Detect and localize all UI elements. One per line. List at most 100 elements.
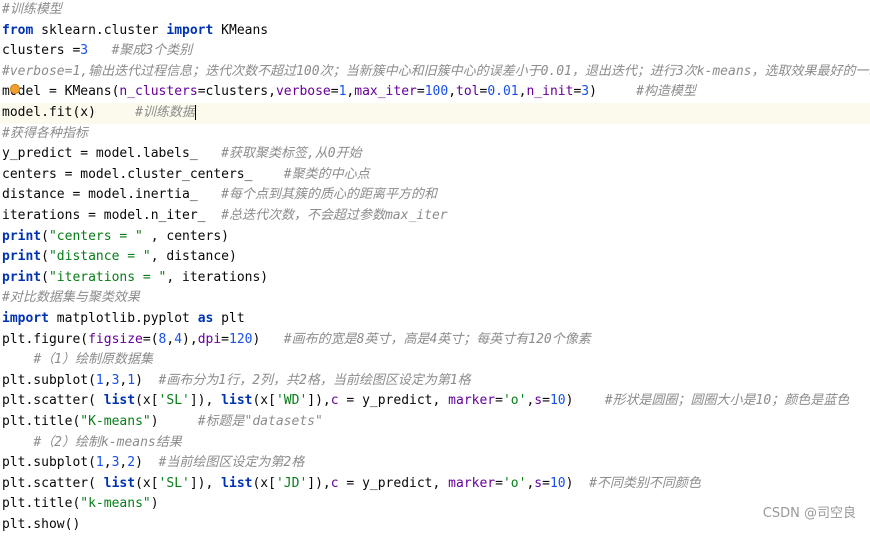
code-line[interactable]: plt.title("k-means") (0, 494, 870, 515)
code-line[interactable]: plt.figure(figsize=(8,4),dpi=120) #画布的宽是… (0, 330, 870, 351)
code-token: , (103, 455, 112, 471)
code-token: centers = model.cluster_centers_ (2, 166, 284, 182)
code-token: y_predict = model.labels_ (2, 146, 222, 162)
code-line[interactable]: plt.scatter( list(x['SL']), list(x['WD']… (0, 391, 870, 412)
code-token: =( (142, 331, 159, 347)
code-comment: #训练数据 (135, 105, 195, 120)
code-comment: #画布分为1行，2列，共2格，当前绘图区设定为第1格 (158, 372, 471, 388)
code-token: ) (565, 393, 605, 409)
code-token: = (542, 475, 550, 491)
code-token: ) (135, 455, 159, 471)
code-comment: #画布的宽是8英寸，高是4英寸；每英寸有120个像素 (283, 331, 591, 347)
code-token: matplotlib.pyplot (48, 311, 198, 326)
code-token: , (448, 84, 457, 100)
code-token: , (103, 372, 112, 388)
code-token: ]), (307, 393, 331, 409)
code-token: 'SL' (158, 475, 190, 491)
lightbulb-icon[interactable] (10, 84, 20, 94)
code-line[interactable]: #训练模型 (0, 0, 870, 21)
code-token: , distance) (150, 249, 237, 265)
code-token: ) (252, 331, 284, 347)
code-token: 10 (549, 475, 566, 491)
code-token: distance = model.inertia_ (2, 187, 222, 203)
code-token: sklearn.cluster (33, 22, 167, 38)
code-line[interactable]: y_predict = model.labels_ #获取聚类标签,从0开始 (0, 144, 870, 165)
code-line[interactable]: plt.scatter( list(x['SL']), list(x['JD']… (0, 474, 870, 495)
code-token: marker (448, 393, 496, 409)
code-token: plt.scatter( (2, 393, 104, 409)
code-token: 1 (95, 455, 104, 471)
code-comment: #（1）绘制原数据集 (33, 352, 153, 368)
code-token: 3 (581, 84, 590, 100)
code-token: dpi (197, 331, 222, 347)
code-comment: #获取聚类标签,从0开始 (221, 146, 362, 162)
code-comment: #获得各种指标 (2, 125, 88, 141)
code-token: tol (456, 84, 480, 100)
code-line[interactable]: model = KMeans(n_clusters=clusters,verbo… (0, 82, 870, 103)
code-comment: #聚类的中心点 (283, 166, 370, 182)
code-line[interactable]: plt.title("K-means") #标题是"datasets" (0, 412, 870, 433)
code-token: list (221, 475, 253, 491)
code-line[interactable]: distance = model.inertia_ #每个点到其簇的质心的距离平… (0, 185, 870, 206)
code-comment: #构造模型 (636, 84, 696, 100)
code-token: = (495, 393, 503, 409)
code-token: 10 (549, 393, 566, 409)
code-token: max_iter (354, 84, 417, 100)
code-comment: #当前绘图区设定为第2格 (158, 455, 305, 471)
code-token: s (534, 393, 543, 409)
code-line[interactable]: import matplotlib.pyplot as plt (0, 309, 870, 330)
code-token: 'SL' (158, 393, 190, 409)
code-line[interactable]: #verbose=1,输出迭代过程信息；迭代次数不超过100次；当新簇中心和旧簇… (0, 62, 870, 83)
code-token: s (534, 475, 543, 491)
code-token: 4 (174, 331, 183, 347)
code-line[interactable]: #（1）绘制原数据集 (0, 350, 870, 371)
code-comment: #对比数据集与聚类效果 (2, 290, 140, 306)
code-editor[interactable]: #训练模型 from sklearn.cluster import KMeans c… (0, 0, 870, 532)
code-comment: #verbose=1,输出迭代过程信息；迭代次数不超过100次；当新簇中心和旧簇… (2, 63, 870, 79)
code-line[interactable]: #获得各种指标 (0, 124, 870, 145)
code-token: print (2, 228, 42, 244)
code-token: list (103, 393, 136, 409)
code-token: = (330, 84, 339, 100)
code-token: ]), (189, 475, 222, 491)
code-token: 1 (95, 372, 104, 388)
code-token: 'WD' (275, 393, 308, 409)
code-token: (x[ (135, 475, 159, 491)
code-line[interactable]: print("distance = ", distance) (0, 247, 870, 268)
code-comment: #形状是圆圈；圆圈大小是10；颜色是蓝色 (604, 393, 850, 409)
code-line[interactable]: print("centers = " , centers) (0, 227, 870, 248)
code-line[interactable]: #（2）绘制k-means结果 (0, 433, 870, 454)
code-token: (x[ (252, 475, 276, 491)
code-line[interactable]: plt.subplot(1,3,2) #当前绘图区设定为第2格 (0, 453, 870, 474)
code-token: =clusters, (197, 84, 276, 100)
code-token: (x[ (135, 393, 159, 409)
code-token: KMeans (213, 22, 269, 38)
code-token: = (542, 393, 550, 409)
code-token: 120 (229, 331, 253, 347)
code-token: n_clusters (119, 84, 198, 100)
code-token: plt.title( (2, 414, 81, 429)
text-cursor (194, 105, 196, 120)
code-line[interactable]: print("iterations = ", iterations) (0, 268, 870, 289)
code-line[interactable]: plt.show() (0, 515, 870, 536)
code-token: = (495, 475, 503, 491)
code-token: 1 (127, 372, 136, 388)
code-line[interactable]: #对比数据集与聚类效果 (0, 288, 870, 309)
code-line[interactable]: centers = model.cluster_centers_ #聚类的中心点 (0, 165, 870, 186)
code-token: verbose (275, 84, 331, 100)
code-comment: #总迭代次数，不会超过参数max_iter (221, 208, 448, 223)
code-token: "centers = " (48, 228, 143, 244)
code-line[interactable]: from sklearn.cluster import KMeans (0, 21, 870, 42)
code-line[interactable]: plt.subplot(1,3,1) #画布分为1行，2列，共2格，当前绘图区设… (0, 371, 870, 392)
code-token: ) (589, 84, 637, 100)
code-token: = (416, 84, 425, 100)
code-token: = y_predict, (338, 475, 449, 491)
code-line[interactable]: model.fit(x) #训练数据 (0, 103, 870, 124)
code-token: figsize (88, 331, 143, 347)
code-line[interactable]: clusters =3 #聚成3个类别 (0, 41, 870, 62)
code-line[interactable]: iterations = model.n_iter_ #总迭代次数，不会超过参数… (0, 206, 870, 227)
code-token: marker (448, 475, 496, 491)
